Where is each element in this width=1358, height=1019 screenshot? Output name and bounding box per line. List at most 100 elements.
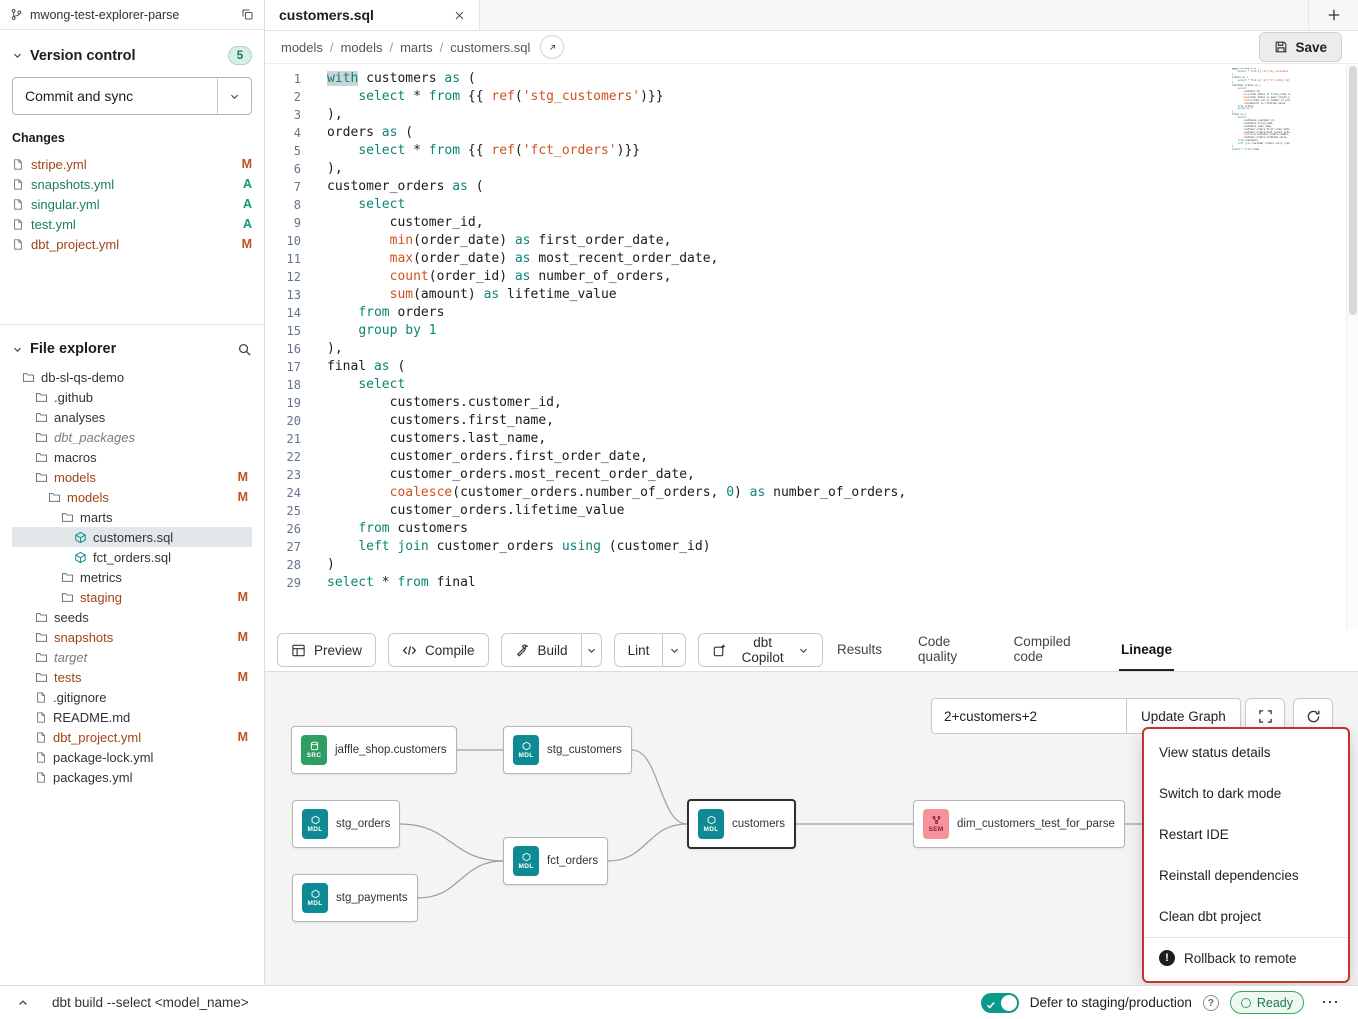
code-line[interactable]: 27 left join customer_orders using (cust… [265,538,1358,556]
code-line[interactable]: 3), [265,106,1358,124]
lineage-node-stg-customers[interactable]: MDLstg_customers [503,726,632,774]
code-line[interactable]: 17final as ( [265,358,1358,376]
code-line[interactable]: 26 from customers [265,520,1358,538]
code-line[interactable]: 1with customers as ( [265,70,1358,88]
code-line[interactable]: 18 select [265,376,1358,394]
lint-button[interactable]: Lint [615,634,663,666]
menu-item-switch-to-dark-mode[interactable]: Switch to dark mode [1144,773,1348,814]
breadcrumb-item[interactable]: customers.sql [450,40,530,55]
lineage-node-stg-payments[interactable]: MDLstg_payments [292,874,418,922]
change-row-dbt-project-yml[interactable]: dbt_project.ymlM [12,234,252,254]
tree-item-tests[interactable]: testsM [12,667,252,687]
tree-item-db-sl-qs-demo[interactable]: db-sl-qs-demo [12,367,252,387]
tab-compiled-code[interactable]: Compiled code [1012,629,1087,671]
commit-and-sync-button[interactable]: Commit and sync [13,78,217,114]
tree-item-models[interactable]: modelsM [12,487,252,507]
menu-item-restart-ide[interactable]: Restart IDE [1144,814,1348,855]
tree-item-package-lock-yml[interactable]: package-lock.yml [12,747,252,767]
menu-item-reinstall-dependencies[interactable]: Reinstall dependencies [1144,855,1348,896]
code-line[interactable]: 24 coalesce(customer_orders.number_of_or… [265,484,1358,502]
code-line[interactable]: 16), [265,340,1358,358]
code-line[interactable]: 5 select * from {{ ref('fct_orders')}} [265,142,1358,160]
breadcrumb-item[interactable]: models [281,40,323,55]
code-line[interactable]: 28) [265,556,1358,574]
code-line[interactable]: 2 select * from {{ ref('stg_customers')}… [265,88,1358,106]
scrollbar-thumb[interactable] [1349,66,1357,315]
preview-button[interactable]: Preview [277,633,376,667]
tree-item-readme-md[interactable]: README.md [12,707,252,727]
menu-item-view-status-details[interactable]: View status details [1144,732,1348,773]
tree-item-staging[interactable]: stagingM [12,587,252,607]
lineage-node-jaffle-shop-customers[interactable]: SRCjaffle_shop.customers [291,726,457,774]
code-line[interactable]: 20 customers.first_name, [265,412,1358,430]
code-line[interactable]: 10 min(order_date) as first_order_date, [265,232,1358,250]
code-line[interactable]: 11 max(order_date) as most_recent_order_… [265,250,1358,268]
command-input[interactable]: dbt build --select <model_name> [52,995,249,1010]
change-row-stripe-yml[interactable]: stripe.ymlM [12,154,252,174]
change-row-snapshots-yml[interactable]: snapshots.ymlA [12,174,252,194]
tab-customers-sql[interactable]: customers.sql [265,0,480,30]
tree-item-customers-sql[interactable]: customers.sql [12,527,252,547]
tree-item-models[interactable]: modelsM [12,467,252,487]
locate-in-tree-button[interactable] [540,35,564,59]
search-icon[interactable] [237,342,252,357]
code-line[interactable]: 21 customers.last_name, [265,430,1358,448]
lineage-selector-input[interactable] [931,698,1127,734]
tab-results[interactable]: Results [835,629,884,671]
dbt-copilot-button[interactable]: dbt Copilot [698,633,823,667]
tree-item-fct-orders-sql[interactable]: fct_orders.sql [12,547,252,567]
editor-scrollbar[interactable] [1346,64,1358,629]
code-line[interactable]: 15 group by 1 [265,322,1358,340]
code-line[interactable]: 22 customer_orders.first_order_date, [265,448,1358,466]
menu-item-clean-dbt-project[interactable]: Clean dbt project [1144,896,1348,937]
tree-item-analyses[interactable]: analyses [12,407,252,427]
breadcrumb-item[interactable]: marts [400,40,433,55]
tree-item-dbt-project-yml[interactable]: dbt_project.ymlM [12,727,252,747]
tree-item-metrics[interactable]: metrics [12,567,252,587]
tree-item-dbt-packages[interactable]: dbt_packages [12,427,252,447]
lineage-node-customers[interactable]: MDLcustomers [687,799,796,849]
code-line[interactable]: 8 select [265,196,1358,214]
code-line[interactable]: 7customer_orders as ( [265,178,1358,196]
help-icon[interactable]: ? [1203,995,1219,1011]
tree-item-marts[interactable]: marts [12,507,252,527]
file-explorer-header[interactable]: File explorer [12,337,252,367]
new-tab-button[interactable] [1308,0,1358,30]
tree-item-snapshots[interactable]: snapshotsM [12,627,252,647]
lineage-node-fct-orders[interactable]: MDLfct_orders [503,837,608,885]
minimap[interactable]: with customers as ( select * from {{ ref… [1232,68,1290,152]
tree-item-gitignore[interactable]: .gitignore [12,687,252,707]
compile-button[interactable]: Compile [388,633,489,667]
code-line[interactable]: 14 from orders [265,304,1358,322]
commit-dropdown-button[interactable] [217,78,251,114]
copy-icon[interactable] [241,8,254,21]
expand-command-button[interactable] [12,992,34,1014]
tab-lineage[interactable]: Lineage [1119,629,1174,671]
menu-item-rollback-to-remote[interactable]: !Rollback to remote [1144,937,1348,978]
more-options-button[interactable]: ⋯ [1315,992,1346,1013]
change-row-test-yml[interactable]: test.ymlA [12,214,252,234]
code-line[interactable]: 12 count(order_id) as number_of_orders, [265,268,1358,286]
code-line[interactable]: 4orders as ( [265,124,1358,142]
code-editor[interactable]: 1with customers as (2 select * from {{ r… [265,64,1358,629]
save-button[interactable]: Save [1259,32,1342,62]
lineage-node-dim-customers-test-for-parse[interactable]: SEMdim_customers_test_for_parse [913,800,1125,848]
code-line[interactable]: 9 customer_id, [265,214,1358,232]
build-button[interactable]: Build [502,634,581,666]
status-badge[interactable]: Ready [1230,991,1304,1014]
code-line[interactable]: 23 customer_orders.most_recent_order_dat… [265,466,1358,484]
code-line[interactable]: 29select * from final [265,574,1358,592]
tree-item-target[interactable]: target [12,647,252,667]
close-icon[interactable] [454,10,465,21]
code-line[interactable]: 19 customers.customer_id, [265,394,1358,412]
lint-dropdown-button[interactable] [662,634,685,666]
version-control-header[interactable]: Version control 5 [12,42,252,77]
build-dropdown-button[interactable] [581,634,601,666]
code-line[interactable]: 25 customer_orders.lifetime_value [265,502,1358,520]
tree-item-packages-yml[interactable]: packages.yml [12,767,252,787]
tree-item-macros[interactable]: macros [12,447,252,467]
lineage-node-stg-orders[interactable]: MDLstg_orders [292,800,400,848]
tab-code-quality[interactable]: Code quality [916,629,980,671]
tree-item-github[interactable]: .github [12,387,252,407]
breadcrumb-item[interactable]: models [341,40,383,55]
